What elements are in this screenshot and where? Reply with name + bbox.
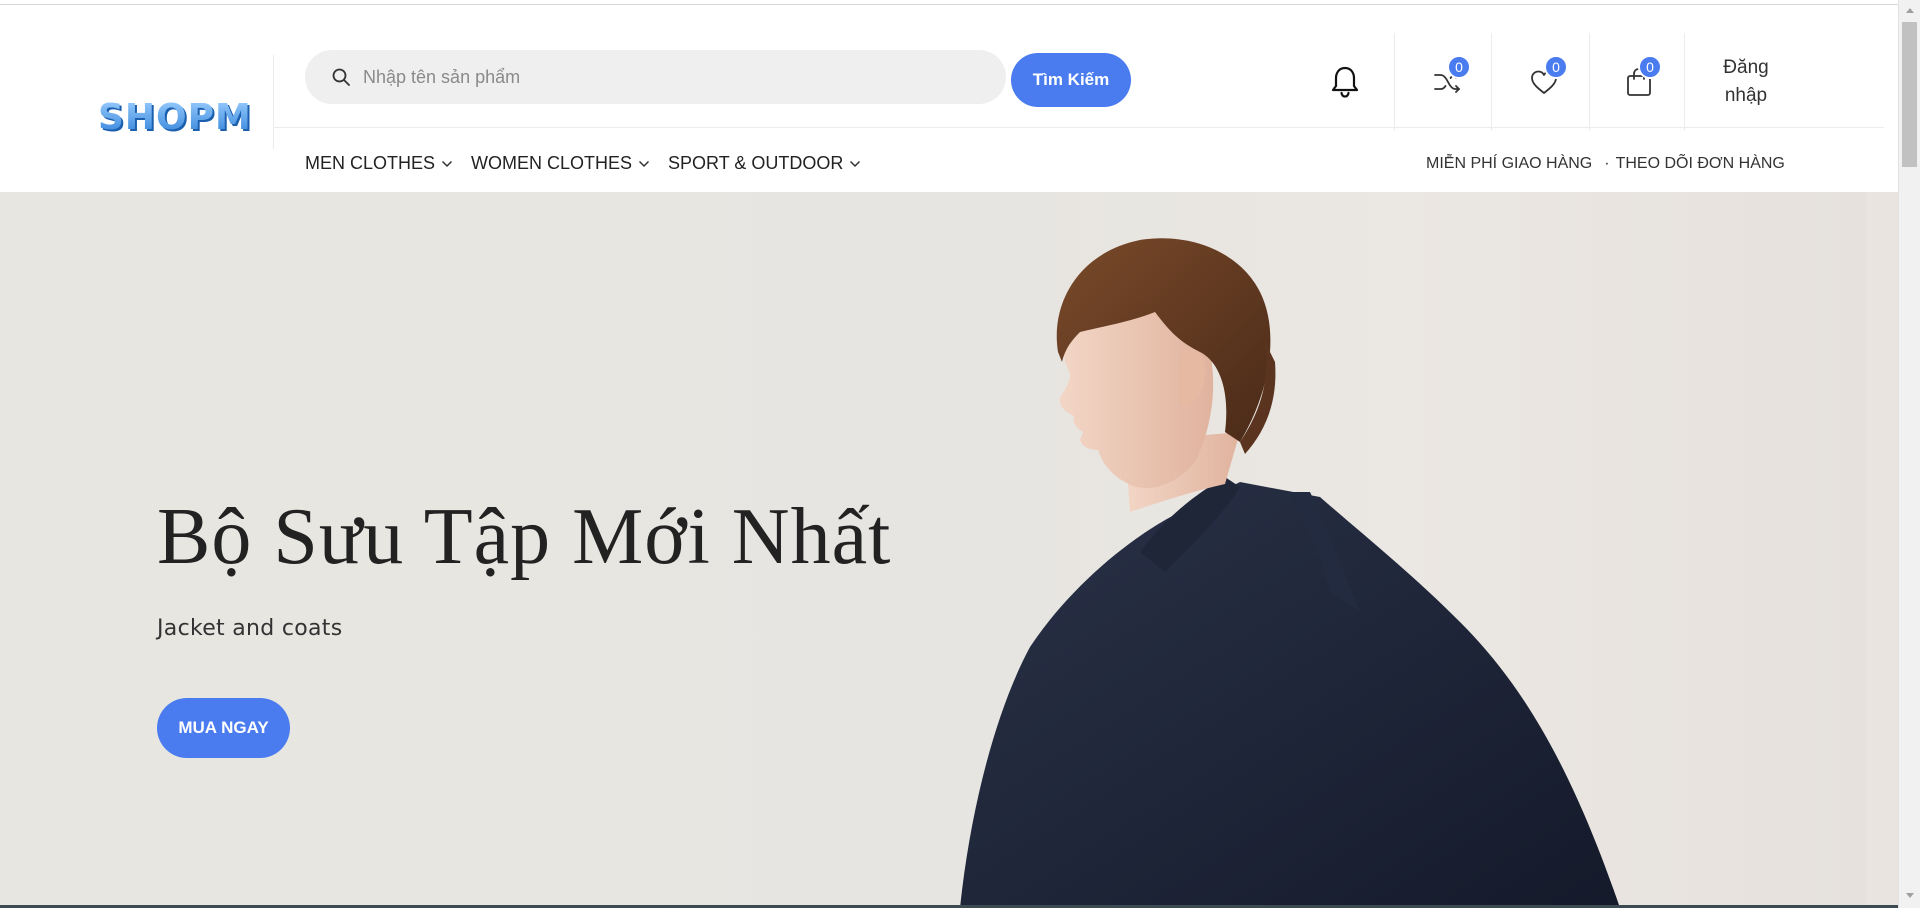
- page: SHOPM SHOPM Tìm Kiếm: [0, 0, 1920, 908]
- logo-text-front: SHOPM: [98, 97, 252, 138]
- search-bar: [305, 50, 1006, 104]
- hero-title: Bộ Sưu Tập Mới Nhất: [157, 493, 892, 581]
- nav-item-label: WOMEN CLOTHES: [471, 153, 633, 173]
- search-button[interactable]: Tìm Kiếm: [1011, 53, 1131, 107]
- chevron-down-icon: [639, 160, 650, 167]
- nav-item-sport-outdoor[interactable]: SPORT & OUTDOOR: [668, 153, 861, 174]
- icon-separator: [1491, 33, 1492, 131]
- wishlist-count-badge: 0: [1544, 55, 1568, 79]
- icon-separator: [1589, 33, 1590, 131]
- wishlist-button[interactable]: [1517, 32, 1571, 132]
- search-input[interactable]: [363, 66, 983, 88]
- icon-separator: [1394, 33, 1395, 131]
- nav-item-label: SPORT & OUTDOOR: [668, 153, 844, 173]
- scroll-up-arrow-icon[interactable]: [1906, 8, 1914, 13]
- chevron-down-icon: [442, 160, 453, 167]
- scroll-thumb[interactable]: [1902, 22, 1917, 167]
- nav-item-women-clothes[interactable]: WOMEN CLOTHES: [471, 153, 650, 174]
- icon-separator: [1684, 33, 1685, 131]
- compare-count-badge: 0: [1447, 55, 1471, 79]
- compare-button[interactable]: [1420, 32, 1474, 132]
- search-icon: [332, 68, 350, 86]
- cart-count-badge: 0: [1638, 55, 1662, 79]
- site-header: SHOPM SHOPM Tìm Kiếm: [0, 5, 1898, 192]
- login-link[interactable]: Đăng nhập: [1720, 54, 1772, 110]
- scroll-down-arrow-icon[interactable]: [1906, 893, 1914, 898]
- logo-divider: [273, 55, 274, 149]
- nav-item-label: MEN CLOTHES: [305, 153, 436, 173]
- hero-banner: Bộ Sưu Tập Mới Nhất Jacket and coats MUA…: [0, 192, 1866, 908]
- hero-subtitle: Jacket and coats: [157, 616, 343, 641]
- shop-now-button[interactable]: MUA NGAY: [157, 698, 290, 758]
- hero-model-image: [960, 238, 1620, 908]
- free-shipping-link[interactable]: MIỄN PHÍ GIAO HÀNG: [1426, 155, 1592, 173]
- bell-icon: [1331, 66, 1359, 98]
- cart-button[interactable]: [1612, 32, 1666, 132]
- hero-edge: [1866, 192, 1898, 908]
- track-order-link[interactable]: THEO DÕI ĐƠN HÀNG: [1616, 155, 1785, 173]
- chevron-down-icon: [850, 160, 861, 167]
- notification-button[interactable]: [1318, 32, 1372, 132]
- shopm-logo[interactable]: SHOPM SHOPM: [98, 93, 252, 141]
- header-links: MIỄN PHÍ GIAO HÀNG · THEO DÕI ĐƠN HÀNG: [1426, 155, 1785, 173]
- nav-item-men-clothes[interactable]: MEN CLOTHES: [305, 153, 453, 174]
- link-separator: ·: [1604, 155, 1610, 172]
- main-nav: MEN CLOTHES WOMEN CLOTHES SPORT & OUTDOO…: [305, 153, 879, 174]
- page-scrollbar[interactable]: [1898, 0, 1920, 908]
